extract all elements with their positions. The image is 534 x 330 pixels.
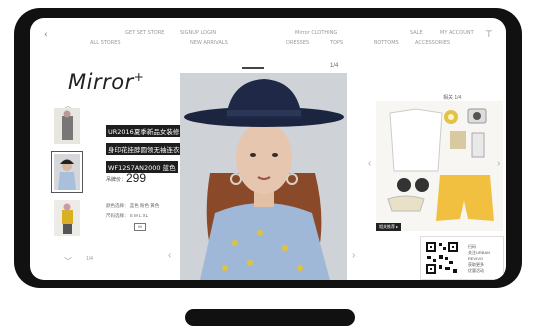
nav-link[interactable]: ALL STORES bbox=[90, 40, 121, 46]
prev-image-arrow-icon[interactable]: ‹ bbox=[168, 250, 171, 261]
nav-link[interactable]: TOPS bbox=[330, 40, 343, 46]
nav-link[interactable]: NEW ARRIVALS bbox=[190, 40, 228, 46]
nav-link[interactable]: MY ACCOUNT bbox=[440, 30, 474, 36]
related-flatlay-image[interactable] bbox=[376, 101, 503, 231]
related-counter: 相关 1/4 bbox=[443, 95, 462, 101]
cart-icon[interactable]: ⊤ bbox=[485, 30, 493, 40]
related-next-arrow-icon[interactable]: › bbox=[497, 158, 500, 169]
color-options[interactable]: 蓝色 粉色 黄色 bbox=[130, 203, 160, 208]
color-selector[interactable]: 颜色选择： 蓝色 粉色 黄色 bbox=[106, 203, 159, 209]
thumbnail[interactable] bbox=[54, 108, 80, 144]
nav-link[interactable]: ACCESSORIES bbox=[415, 40, 450, 46]
qr-line: 优惠活动 bbox=[468, 268, 484, 273]
tablet-frame: ‹ GET SET STORE SIGNUP LOGIN Mirror CLOT… bbox=[14, 8, 522, 288]
color-label: 颜色选择： bbox=[106, 203, 129, 208]
gallery-indicator bbox=[242, 67, 264, 69]
thumbnail[interactable] bbox=[54, 200, 80, 236]
next-image-arrow-icon[interactable]: › bbox=[352, 250, 355, 261]
gallery-counter: 1/4 bbox=[330, 63, 339, 69]
thumbnail-strip bbox=[50, 108, 84, 246]
menu-icon[interactable]: ‹ bbox=[44, 30, 48, 40]
nav-link[interactable]: DRESSES bbox=[286, 40, 309, 46]
top-navigation: ‹ GET SET STORE SIGNUP LOGIN Mirror CLOT… bbox=[30, 18, 506, 52]
related-prev-arrow-icon[interactable]: ‹ bbox=[368, 158, 371, 169]
thumbnail-active[interactable] bbox=[51, 151, 83, 193]
home-bar[interactable] bbox=[185, 309, 355, 326]
title-line: UR2016夏季新品女装修 bbox=[106, 125, 182, 137]
thumb-counter: 1/4 bbox=[86, 256, 93, 262]
selected-size[interactable]: M bbox=[134, 223, 146, 231]
brand-mark: + bbox=[133, 70, 145, 84]
size-selector[interactable]: 尺码选择： S M L XL bbox=[106, 213, 148, 219]
title-line: 身印花挂脖圆领无袖连衣裙 bbox=[106, 143, 188, 155]
nav-link[interactable]: SIGNUP LOGIN bbox=[180, 30, 216, 36]
nav-link[interactable]: GET SET STORE bbox=[125, 30, 164, 36]
qr-caption: 扫码 关注URBAN REVIVO 获取更多 优惠活动 bbox=[468, 244, 490, 274]
related-tag[interactable]: 相关推荐 ▸ bbox=[376, 223, 402, 231]
price: 299 bbox=[126, 171, 147, 185]
qr-panel bbox=[420, 236, 504, 280]
size-label: 尺码选择： bbox=[106, 213, 129, 218]
nav-link[interactable]: SALE bbox=[410, 30, 423, 36]
screen: ‹ GET SET STORE SIGNUP LOGIN Mirror CLOT… bbox=[30, 18, 506, 280]
nav-link[interactable]: BOTTOMS bbox=[374, 40, 399, 46]
size-options[interactable]: S M L XL bbox=[130, 213, 148, 218]
nav-link[interactable]: Mirror CLOTHING bbox=[295, 30, 337, 36]
hero-product-image[interactable] bbox=[180, 73, 347, 280]
thumbs-down-chevron-icon[interactable]: ﹀ bbox=[64, 256, 72, 267]
price-label: 吊牌价： bbox=[106, 177, 127, 183]
brand-logo[interactable]: Mirror+ bbox=[68, 70, 144, 94]
qr-code-icon bbox=[425, 241, 459, 275]
brand-name: Mirror bbox=[68, 70, 134, 94]
